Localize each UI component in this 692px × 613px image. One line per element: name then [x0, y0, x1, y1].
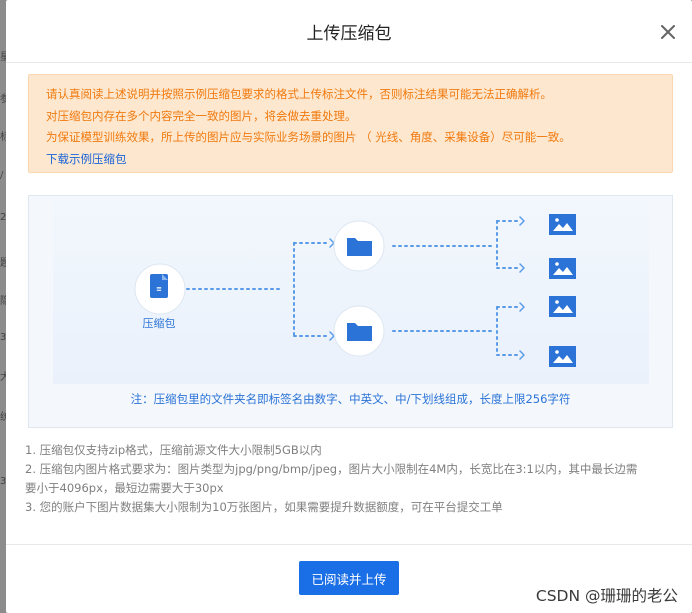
warning-line: 对压缩包内存在多个内容完全一致的图片，将会做去重处理。: [46, 108, 357, 123]
arrow-icon: [519, 302, 525, 312]
arrow-icon: [519, 263, 525, 273]
watermark: CSDN @珊珊的老公: [535, 587, 678, 605]
rule-item: 2. 压缩包内图片格式要求为：图片类型为jpg/png/bmp/jpeg，图片大…: [25, 462, 638, 476]
zip-file-icon: ≡: [134, 263, 186, 315]
download-sample-link[interactable]: 下载示例压缩包: [46, 149, 656, 171]
close-button[interactable]: [656, 20, 680, 44]
dialog-title: 上传压缩包: [306, 24, 392, 44]
zip-structure-diagram: ≡ 压缩包 注：压缩包里的文件夹名即标签名由数字、中英文、中/下划线组成，长度上…: [28, 195, 673, 428]
arrow-icon: [519, 216, 525, 226]
rule-item: 要小于4096px，最短边需要大于30px: [25, 481, 224, 495]
image-icon: [549, 346, 576, 367]
warning-line: 请认真阅读上述说明并按照示例压缩包要求的格式上传标注文件，否则标注结果可能无法正…: [46, 87, 552, 101]
image-icon: [549, 214, 576, 235]
folder-naming-note: 注：压缩包里的文件夹名即标签名由数字、中英文、中/下划线组成，长度上限256字符: [130, 392, 571, 406]
dialog-header: 上传压缩包: [6, 0, 692, 63]
folder-icon: [333, 220, 385, 272]
svg-text:≡: ≡: [156, 285, 162, 293]
folder-icon: [333, 305, 385, 357]
arrow-icon: [519, 350, 525, 360]
read-and-upload-button[interactable]: 已阅读并上传: [299, 561, 399, 595]
warning-line: 为保证模型训练效果，所上传的图片应与实际业务场景的图片 （ 光线、角度、采集设备…: [46, 130, 571, 144]
dialog-footer: 已阅读并上传 CSDN @珊珊的老公: [6, 544, 692, 613]
image-icon: [549, 296, 576, 317]
close-icon: [661, 25, 675, 39]
image-icon: [549, 258, 576, 279]
zip-label: 压缩包: [143, 317, 176, 330]
rule-item: 1. 压缩包仅支持zip格式，压缩前源文件大小限制5GB以内: [25, 443, 322, 457]
arrow-icon: [329, 238, 335, 248]
upload-rules: 1. 压缩包仅支持zip格式，压缩前源文件大小限制5GB以内 2. 压缩包内图片…: [25, 441, 675, 517]
upload-zip-dialog: 上传压缩包 请认真阅读上述说明并按照示例压缩包要求的格式上传标注文件，否则标注结…: [6, 0, 692, 613]
rule-item: 3. 您的账户下图片数据集大小限制为10万张图片，如果需要提升数据额度，可在平台…: [25, 500, 503, 514]
warning-notice: 请认真阅读上述说明并按照示例压缩包要求的格式上传标注文件，否则标注结果可能无法正…: [28, 74, 673, 173]
arrow-icon: [329, 331, 335, 341]
